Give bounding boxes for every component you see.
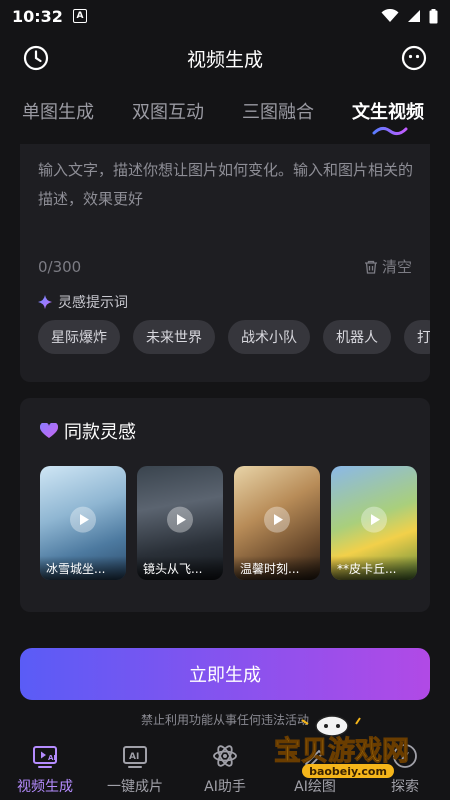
chip-truncated[interactable]: 打 — [404, 320, 430, 354]
thumb-caption: 镜头从飞... — [137, 556, 223, 580]
status-bar: 10:32 A — [0, 0, 450, 32]
play-icon — [70, 506, 96, 533]
clock-icon[interactable] — [22, 44, 50, 72]
svg-text:AI: AI — [129, 752, 139, 762]
svg-text:宝贝游戏网: 宝贝游戏网 — [274, 735, 409, 767]
nav-ai-assistant[interactable]: AI助手 — [180, 742, 270, 796]
inspiration-title: 灵感提示词 — [38, 292, 128, 312]
trash-icon — [364, 260, 377, 274]
chip-interstellar-explosion[interactable]: 星际爆炸 — [38, 320, 120, 354]
nav-label: AI助手 — [204, 779, 246, 795]
chip-tactical-squad[interactable]: 战术小队 — [228, 320, 310, 354]
inspiration-thumb-pikachu[interactable]: **皮卡丘... — [331, 466, 417, 580]
inspiration-thumb-ice-castle[interactable]: 冰雪城坐... — [40, 466, 126, 580]
nav-label: 一键成片 — [107, 779, 163, 795]
prompt-card: 输入文字，描述你想让图片如何变化。输入和图片相关的描述，效果更好 0/300 清… — [20, 144, 430, 382]
prompt-chips: 星际爆炸 未来世界 战术小队 机器人 打 — [38, 320, 430, 354]
generate-button[interactable]: 立即生成 — [20, 648, 430, 700]
video-ai-icon: AI — [33, 746, 57, 768]
signal-icon — [408, 10, 420, 22]
inspiration-thumb-camera-fly[interactable]: 镜头从飞... — [137, 466, 223, 580]
thumb-caption: 冰雪城坐... — [40, 556, 126, 580]
svg-text:baobeiy.com: baobeiy.com — [309, 765, 387, 778]
wifi-icon — [381, 9, 399, 22]
svg-text:AI: AI — [48, 754, 56, 762]
same-inspiration-label: 同款灵感 — [64, 422, 136, 443]
status-icons — [381, 8, 438, 24]
same-inspiration-title: 同款灵感 — [40, 418, 136, 444]
char-counter: 0/300 — [38, 258, 82, 276]
same-inspiration-card: 同款灵感 冰雪城坐... 镜头从飞... 温馨时刻... **皮卡丘... — [20, 398, 430, 612]
clear-button[interactable]: 清空 — [363, 256, 412, 277]
app-header: 视频生成 — [0, 36, 450, 80]
battery-icon — [429, 8, 438, 23]
smiley-icon[interactable] — [400, 44, 428, 72]
page-title: 视频生成 — [186, 48, 263, 71]
ai-film-icon: AI — [123, 746, 147, 768]
nav-one-click-film[interactable]: AI 一键成片 — [90, 742, 180, 796]
notification-a-icon: A — [72, 9, 87, 23]
tab-text-to-video[interactable]: 文生视频 — [352, 98, 424, 124]
tab-single-image[interactable]: 单图生成 — [22, 98, 94, 124]
sparkle-icon — [38, 295, 52, 309]
prompt-input[interactable]: 输入文字，描述你想让图片如何变化。输入和图片相关的描述，效果更好 — [38, 156, 418, 214]
inspiration-label: 灵感提示词 — [58, 295, 128, 311]
atom-icon — [213, 745, 237, 767]
watermark-logo: 宝贝游戏网 baobeiy.com — [274, 715, 410, 778]
inspiration-thumb-warm-moment[interactable]: 温馨时刻... — [234, 466, 320, 580]
chip-robot[interactable]: 机器人 — [323, 320, 391, 354]
play-icon — [361, 506, 387, 533]
clear-label: 清空 — [381, 258, 412, 276]
active-tab-indicator — [372, 126, 408, 136]
thumb-caption: **皮卡丘... — [331, 556, 417, 580]
play-icon — [167, 506, 193, 533]
nav-video-generate[interactable]: AI 视频生成 — [0, 742, 90, 796]
heart-icon — [40, 423, 58, 438]
chip-future-world[interactable]: 未来世界 — [133, 320, 215, 354]
tab-triple-image[interactable]: 三图融合 — [242, 98, 314, 124]
play-icon — [264, 506, 290, 533]
status-time: 10:32 — [12, 6, 63, 26]
tab-dual-image[interactable]: 双图互动 — [132, 98, 204, 124]
nav-label: 视频生成 — [17, 779, 73, 795]
thumb-caption: 温馨时刻... — [234, 556, 320, 580]
